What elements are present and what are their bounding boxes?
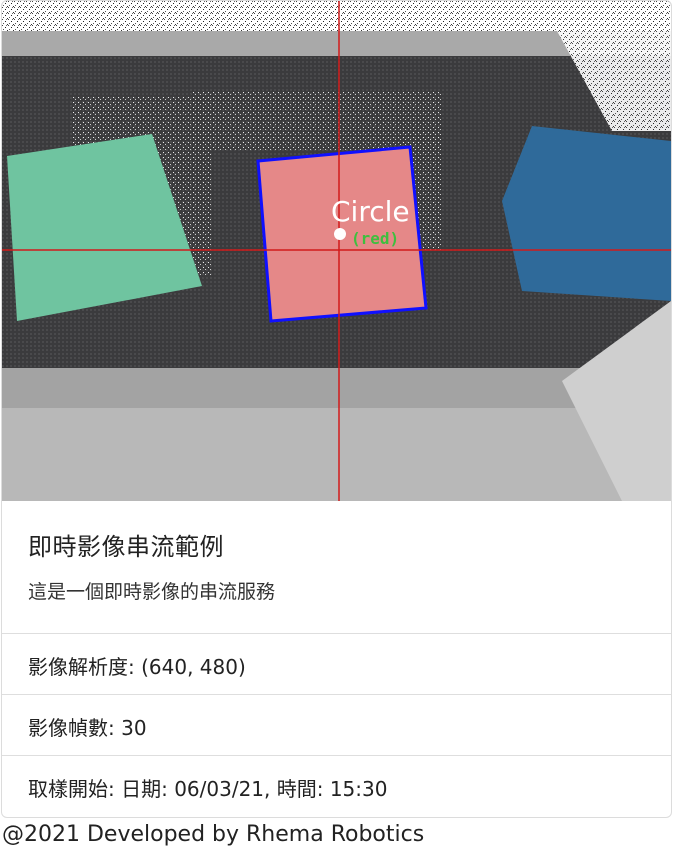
- center-marker: [334, 228, 346, 240]
- fps-text: 影像幀數: 30: [28, 716, 147, 740]
- card-body: 即時影像串流範例 這是一個即時影像的串流服務: [2, 501, 671, 633]
- detection-label: Circle: [331, 195, 410, 228]
- card-description: 這是一個即時影像的串流服務: [28, 581, 276, 603]
- fps-item: 影像幀數: 30: [2, 694, 671, 756]
- sampling-start-text: 取樣開始: 日期: 06/03/21, 時間: 15:30: [28, 777, 388, 801]
- resolution-text: 影像解析度: (640, 480): [28, 655, 246, 679]
- detection-color-label: (red): [351, 229, 399, 248]
- stream-card: Circle (red) 即時影像串流範例 這是一個即時影像的串流服務 影像解析…: [1, 0, 672, 818]
- stream-frame: Circle (red): [2, 1, 671, 501]
- footer-credit: @2021 Developed by Rhema Robotics: [2, 822, 425, 847]
- card-title: 即時影像串流範例: [28, 533, 224, 561]
- blue-cube: [502, 126, 671, 301]
- video-stream: Circle (red): [2, 1, 671, 501]
- sampling-start-item: 取樣開始: 日期: 06/03/21, 時間: 15:30: [2, 755, 671, 817]
- resolution-item: 影像解析度: (640, 480): [2, 633, 671, 695]
